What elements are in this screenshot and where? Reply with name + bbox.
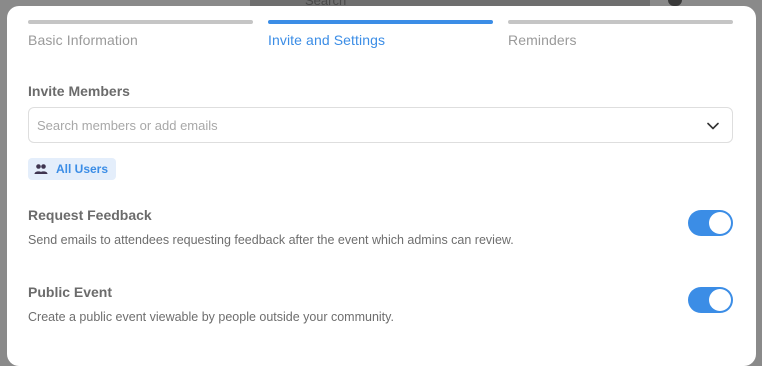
public-event-toggle[interactable]: [688, 287, 733, 313]
all-users-chip-label: All Users: [56, 162, 109, 176]
invite-members-title: Invite Members: [28, 83, 130, 99]
users-icon: [34, 163, 48, 175]
request-feedback-description: Send emails to attendees requesting feed…: [28, 233, 514, 247]
step-reminders[interactable]: Reminders: [508, 20, 733, 48]
stepper: Basic Information Invite and Settings Re…: [28, 20, 733, 50]
step-progress-bar: [508, 20, 733, 24]
invite-members-placeholder: Search members or add emails: [37, 118, 218, 133]
toggle-knob: [709, 289, 731, 311]
request-feedback-toggle[interactable]: [688, 210, 733, 236]
all-users-chip[interactable]: All Users: [28, 158, 117, 180]
public-event-description: Create a public event viewable by people…: [28, 310, 394, 324]
toggle-knob: [709, 212, 731, 234]
step-progress-bar: [28, 20, 253, 24]
step-progress-bar: [268, 20, 493, 24]
chevron-down-icon[interactable]: [706, 119, 720, 133]
step-basic-information[interactable]: Basic Information: [28, 20, 253, 48]
step-invite-and-settings[interactable]: Invite and Settings: [268, 20, 493, 48]
step-label: Invite and Settings: [268, 32, 386, 48]
request-feedback-title: Request Feedback: [28, 207, 152, 223]
event-settings-modal: Basic Information Invite and Settings Re…: [7, 6, 756, 366]
step-label: Basic Information: [28, 32, 138, 48]
public-event-title: Public Event: [28, 284, 113, 300]
invite-members-select[interactable]: Search members or add emails: [28, 107, 733, 143]
step-label: Reminders: [508, 32, 577, 48]
